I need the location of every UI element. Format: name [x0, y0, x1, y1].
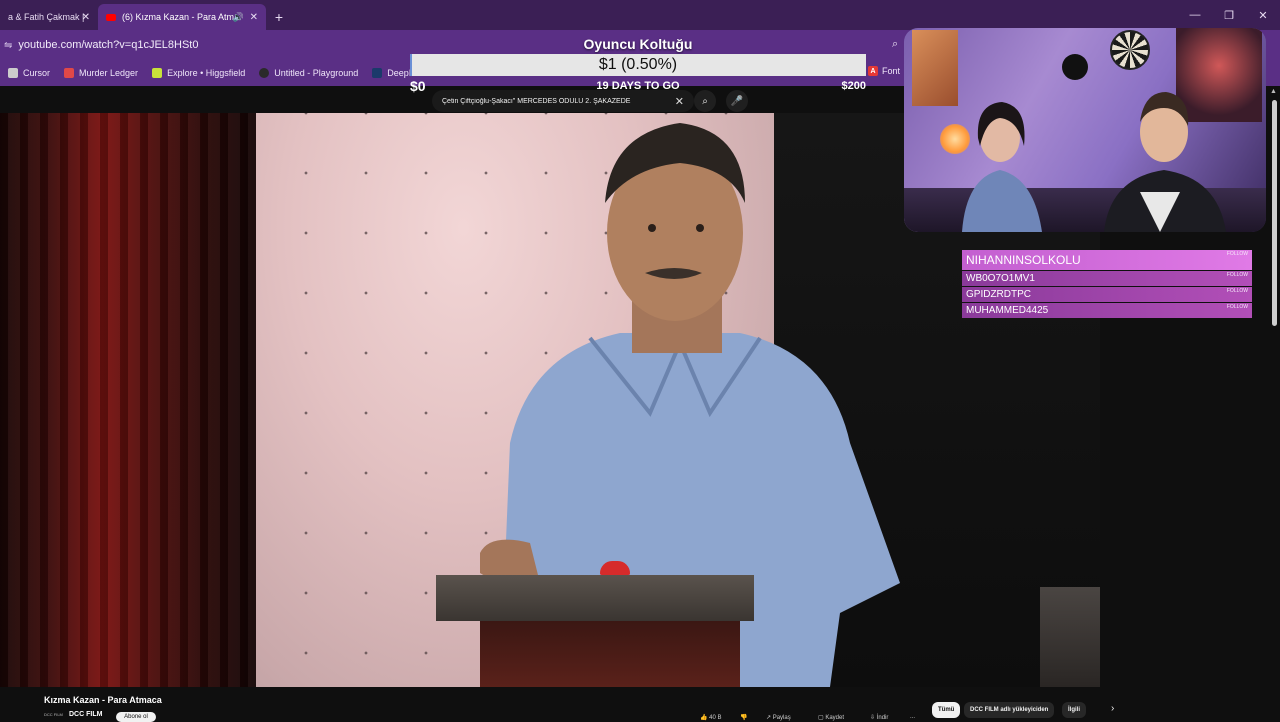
clear-icon[interactable]: ✕ — [675, 95, 684, 108]
dartboard — [1110, 30, 1150, 70]
streamer-man — [1104, 92, 1226, 232]
goal-days-left: 19 DAYS TO GO — [596, 80, 680, 92]
scroll-up-icon[interactable]: ▲ — [1270, 88, 1277, 95]
site-info-icon[interactable]: ⇋ — [4, 40, 12, 51]
follower-name: MUHAMMED4425 — [966, 305, 1049, 316]
font-icon: A — [868, 66, 878, 76]
url-text[interactable]: youtube.com/watch?v=q1cJEL8HSt0 — [18, 39, 198, 51]
subscribe-button[interactable]: Abone ol — [116, 712, 156, 722]
channel-name[interactable]: DCC FILM — [69, 711, 102, 718]
new-tab-button[interactable]: + — [266, 4, 292, 30]
follow-tag: FOLLOW — [1226, 272, 1248, 278]
donation-goal-widget: Oyuncu Koltuğu $1 (0.50%) $0 19 DAYS TO … — [410, 34, 866, 94]
side-podium — [1040, 587, 1100, 687]
video-title: Kızma Kazan - Para Atmaca — [44, 695, 162, 705]
tab-label: (6) Kızma Kazan - Para Atm — [122, 12, 235, 22]
ledger-icon — [64, 68, 75, 78]
follower-name: GPIDZRDTPC — [966, 289, 1031, 300]
bookmark-playground[interactable]: Untitled - Playground — [259, 68, 358, 78]
goal-progress-bar: $1 (0.50%) — [410, 54, 866, 76]
close-window-icon[interactable]: ✕ — [1246, 0, 1280, 30]
red-buzzer — [600, 561, 630, 575]
scrollbar-thumb[interactable] — [1272, 100, 1277, 326]
stage-curtain — [0, 113, 256, 687]
follow-tag: FOLLOW — [1226, 288, 1248, 294]
video-info-bar: Kızma Kazan - Para Atmaca DCC FILM DCC F… — [0, 688, 1280, 722]
goal-max: $200 — [841, 80, 866, 92]
chip-related[interactable]: İlgili — [1062, 702, 1086, 718]
close-tab-icon[interactable]: ✕ — [250, 12, 258, 23]
higgsfield-icon — [152, 68, 163, 78]
follower-row: NIHANNINSOLKOLU FOLLOW — [962, 250, 1252, 270]
window-controls: — ❐ ✕ — [1178, 0, 1280, 30]
bookmark-murder-ledger[interactable]: Murder Ledger — [64, 68, 138, 78]
playground-icon — [259, 68, 270, 78]
bookmark-cursor[interactable]: Cursor — [8, 68, 50, 78]
youtube-icon — [106, 13, 116, 21]
deepl-icon — [372, 68, 383, 78]
search-input[interactable]: Çetin Çiftçioğlu-Şakacı" MERCEDES ÖDÜLÜ … — [442, 98, 669, 105]
wall-clock — [1062, 54, 1088, 80]
bookmark-font[interactable]: A Font — [868, 66, 900, 76]
minimize-icon[interactable]: — — [1178, 0, 1212, 30]
tab-label: a & Fatih Çakmak | — [8, 12, 85, 22]
browser-tab-bar: a & Fatih Çakmak | ✕ (6) Kızma Kazan - P… — [0, 0, 1280, 30]
browser-tab-active[interactable]: (6) Kızma Kazan - Para Atm 🔊 ✕ — [98, 4, 266, 30]
browser-tab[interactable]: a & Fatih Çakmak | ✕ — [0, 4, 98, 30]
recent-followers-list: NIHANNINSOLKOLU FOLLOW WB0O7O1MV1 FOLLOW… — [962, 250, 1252, 319]
page-scrollbar[interactable]: ▲ — [1270, 88, 1278, 688]
more-actions-button[interactable]: ... — [910, 714, 915, 720]
maximize-icon[interactable]: ❐ — [1212, 0, 1246, 30]
microphone-icon[interactable]: 🎤 — [726, 90, 748, 112]
cursor-icon — [8, 68, 18, 78]
follow-tag: FOLLOW — [1226, 251, 1248, 257]
close-tab-icon[interactable]: ✕ — [82, 12, 90, 23]
goal-title: Oyuncu Koltuğu — [583, 36, 693, 52]
speaker-icon[interactable]: 🔊 — [233, 12, 244, 23]
youtube-search-box[interactable]: Çetin Çiftçioğlu-Şakacı" MERCEDES ÖDÜLÜ … — [432, 90, 694, 112]
follower-name: NIHANNINSOLKOLU — [966, 253, 1081, 267]
follow-tag: FOLLOW — [1226, 304, 1248, 310]
webcam-overlay — [904, 28, 1266, 232]
search-icon[interactable]: ⌕ — [694, 90, 716, 112]
follower-row: WB0O7O1MV1 FOLLOW — [962, 271, 1252, 286]
goal-amount: $1 (0.50%) — [598, 56, 678, 73]
follower-name: WB0O7O1MV1 — [966, 273, 1035, 284]
chip-uploader[interactable]: DCC FILM adlı yükleyiciden — [964, 702, 1055, 718]
channel-logo[interactable]: DCC FILM — [44, 712, 63, 717]
zoom-icon[interactable]: ⌕ — [892, 38, 898, 51]
bookmark-higgsfield[interactable]: Explore • Higgsfield — [152, 68, 245, 78]
chevron-right-icon[interactable]: › — [1111, 703, 1114, 714]
podium — [436, 561, 754, 687]
chip-all[interactable]: Tümü — [932, 702, 961, 718]
streamer-woman — [962, 102, 1042, 232]
follower-row: MUHAMMED4425 FOLLOW — [962, 303, 1252, 318]
follower-row: GPIDZRDTPC FOLLOW — [962, 287, 1252, 302]
